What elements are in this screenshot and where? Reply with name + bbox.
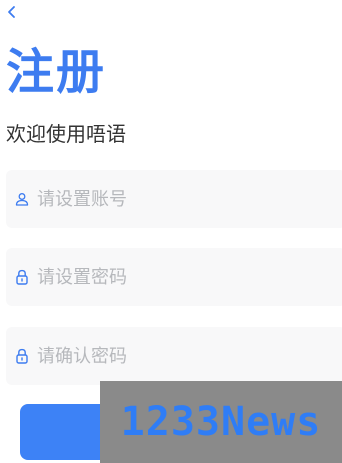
back-button[interactable] <box>4 4 20 20</box>
watermark-text: 1233News <box>120 399 322 445</box>
watermark-overlay: 1233News <box>100 381 342 463</box>
confirm-password-input[interactable] <box>37 345 317 367</box>
account-input[interactable] <box>37 188 317 210</box>
password-input[interactable] <box>37 266 317 288</box>
page-title: 注册 <box>6 44 107 100</box>
register-screen: 注册 欢迎使用唔语 请设置账号 1233News <box>0 0 342 463</box>
confirm-password-field[interactable] <box>6 327 342 385</box>
user-icon <box>14 191 30 207</box>
lock-icon <box>14 348 30 364</box>
password-field[interactable] <box>6 248 342 306</box>
welcome-subtitle: 欢迎使用唔语 <box>6 122 126 146</box>
account-field[interactable] <box>6 170 342 228</box>
chevron-left-icon <box>8 6 15 18</box>
lock-icon <box>14 269 30 285</box>
